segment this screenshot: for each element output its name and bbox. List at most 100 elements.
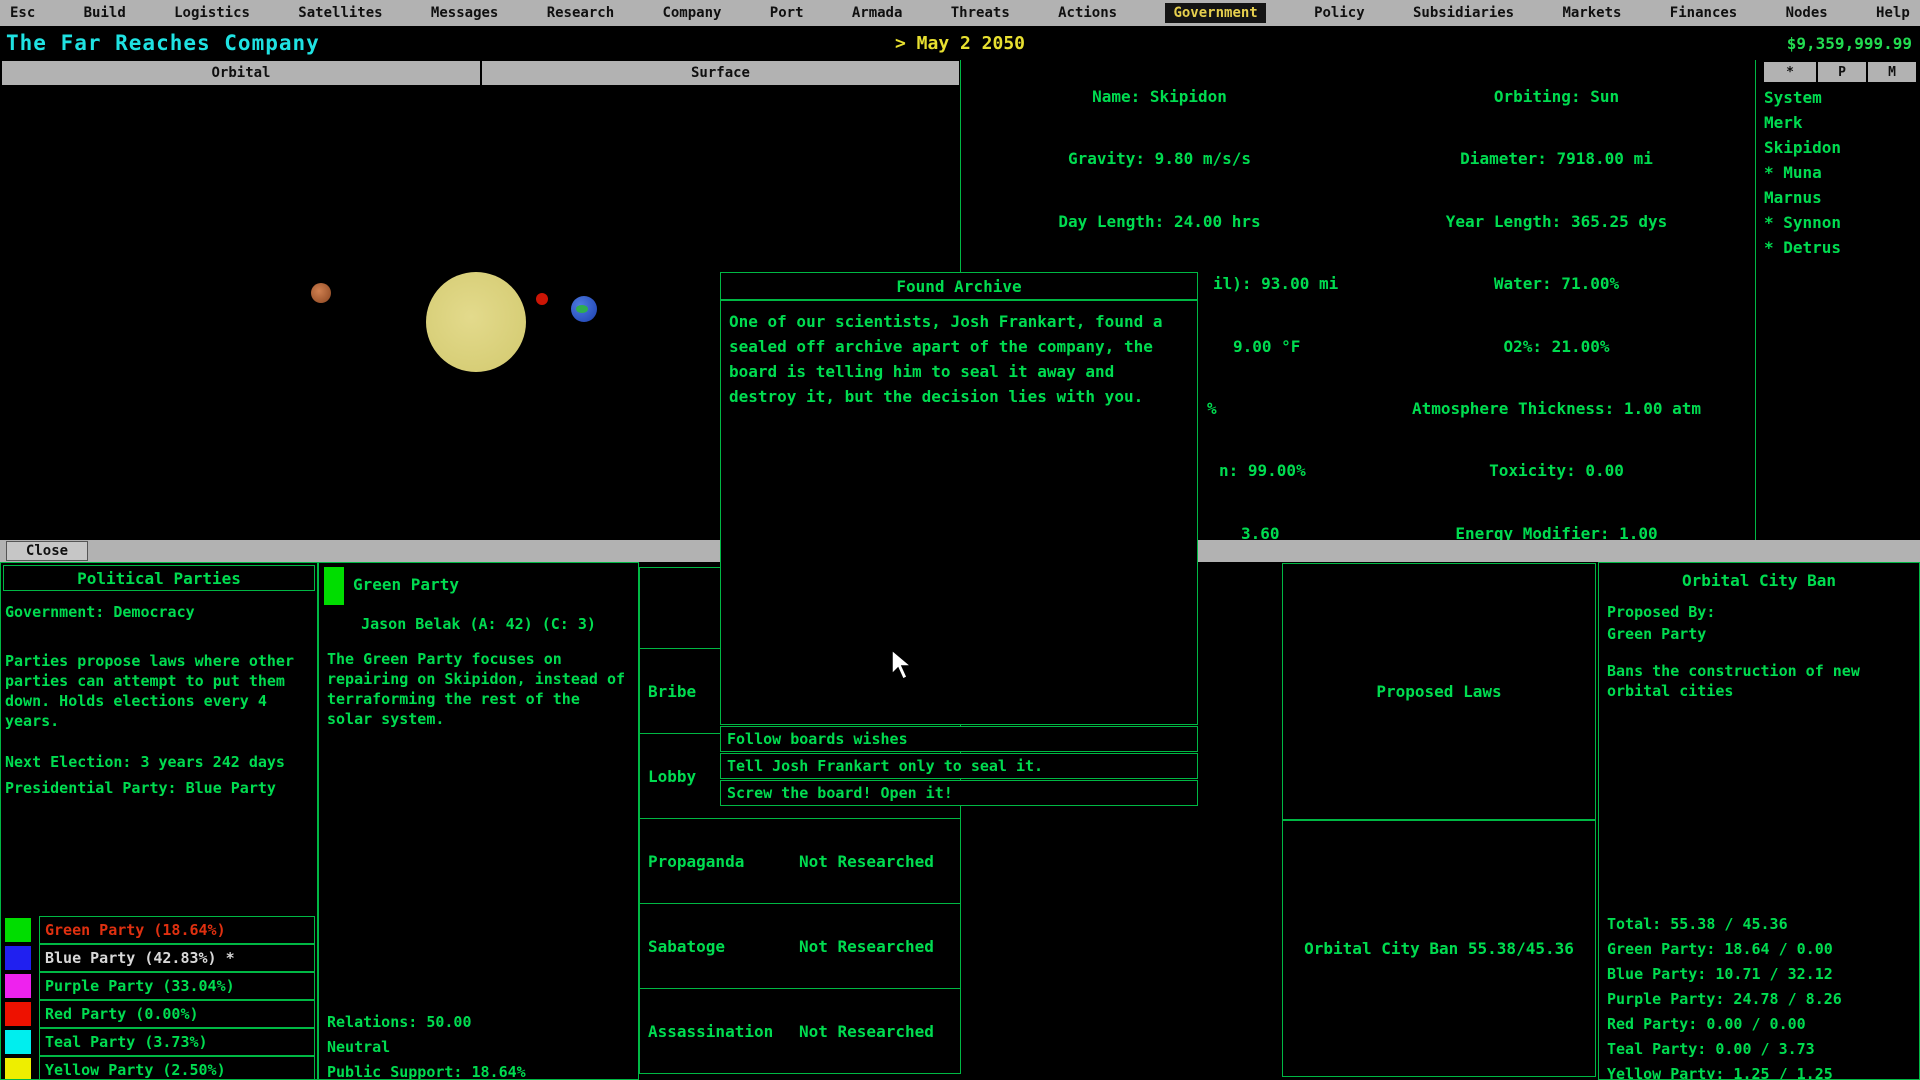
tab-surface[interactable]: Surface [482, 61, 959, 85]
game-screen: Esc Build Logistics Satellites Messages … [0, 0, 1920, 1080]
party-row-purple[interactable]: Purple Party (33.04%) [1, 972, 318, 1000]
party-swatch-blue [5, 946, 31, 970]
proposed-laws-header: Proposed Laws [1282, 563, 1596, 820]
planet-day-length: Day Length: 24.00 hrs [961, 212, 1358, 232]
sidebar-item-skipidon[interactable]: Skipidon [1764, 138, 1841, 160]
sidebar-tab-p[interactable]: P [1818, 62, 1866, 82]
planet-info-row: Gravity: 9.80 m/s/s Diameter: 7918.00 mi [961, 149, 1755, 169]
dialog-option-seal-it[interactable]: Tell Josh Frankart only to seal it. [720, 753, 1198, 779]
action-status: Not Researched [799, 852, 934, 871]
action-sabatoge[interactable]: Sabatoge Not Researched [639, 903, 961, 989]
sidebar-item-detrus[interactable]: * Detrus [1764, 238, 1841, 260]
vote-purple-party: Purple Party: 24.78 / 8.26 [1607, 990, 1842, 1012]
menu-item-threats[interactable]: Threats [951, 5, 1010, 21]
menu-item-port[interactable]: Port [770, 5, 804, 21]
dialog-option-follow-board[interactable]: Follow boards wishes [720, 726, 1198, 752]
law-description: Bans the construction of new orbital cit… [1607, 661, 1909, 701]
menu-item-government[interactable]: Government [1165, 3, 1265, 23]
party-label: Purple Party (33.04%) [39, 972, 315, 1000]
sidebar-item-marnus[interactable]: Marnus [1764, 188, 1822, 210]
party-stance: Neutral [327, 1038, 390, 1056]
system-sidebar: * P M System Merk Skipidon * Muna Marnus… [1756, 60, 1920, 540]
planet-info-row: Name: Skipidon Orbiting: Sun [961, 87, 1755, 107]
planet-info-row: Day Length: 24.00 hrs Year Length: 365.2… [961, 212, 1755, 232]
party-row-blue[interactable]: Blue Party (42.83%) * [1, 944, 318, 972]
next-election: Next Election: 3 years 242 days [5, 753, 285, 771]
planet-blue[interactable] [571, 296, 597, 322]
menu-item-research[interactable]: Research [547, 5, 614, 21]
sidebar-item-merk[interactable]: Merk [1764, 113, 1803, 135]
action-assassination[interactable]: Assassination Not Researched [639, 988, 961, 1074]
law-detail-panel: Orbital City Ban Proposed By: Green Part… [1598, 562, 1920, 1080]
tab-orbital[interactable]: Orbital [2, 61, 480, 85]
party-detail-name: Green Party [353, 575, 459, 594]
party-detail-swatch [324, 567, 344, 605]
sidebar-item-system[interactable]: System [1764, 88, 1822, 110]
planet-orange[interactable] [311, 283, 331, 303]
menu-item-company[interactable]: Company [662, 5, 721, 21]
proposed-laws-panel: Proposed Laws Orbital City Ban 55.38/45.… [1280, 562, 1598, 1080]
menu-item-build[interactable]: Build [84, 5, 126, 21]
party-swatch-yellow [5, 1058, 31, 1080]
menu-item-subsidiaries[interactable]: Subsidiaries [1413, 5, 1514, 21]
party-public-support: Public Support: 18.64% [327, 1063, 526, 1080]
party-row-yellow[interactable]: Yellow Party (2.50%) [1, 1056, 318, 1080]
action-label: Bribe [648, 682, 696, 701]
action-status: Not Researched [799, 937, 934, 956]
vote-total: Total: 55.38 / 45.36 [1607, 915, 1788, 937]
planet-gravity: Gravity: 9.80 m/s/s [961, 149, 1358, 169]
menu-item-help[interactable]: Help [1876, 5, 1910, 21]
action-label: Lobby [648, 767, 696, 786]
menu-item-messages[interactable]: Messages [431, 5, 498, 21]
title-bar: The Far Reaches Company > May 2 2050 $9,… [0, 26, 1920, 60]
game-date: > May 2 2050 [0, 33, 1920, 54]
sidebar-tab-m[interactable]: M [1868, 62, 1916, 82]
sidebar-tab-star[interactable]: * [1764, 62, 1816, 82]
mouse-cursor-icon [890, 650, 916, 680]
found-archive-dialog: Found Archive One of our scientists, Jos… [720, 272, 1198, 806]
vote-green-party: Green Party: 18.64 / 0.00 [1607, 940, 1833, 962]
party-label: Yellow Party (2.50%) [39, 1056, 315, 1080]
planet-red[interactable] [536, 293, 548, 305]
sidebar-item-muna[interactable]: * Muna [1764, 163, 1822, 185]
sidebar-item-synnon[interactable]: * Synnon [1764, 213, 1841, 235]
party-relations: Relations: 50.00 [327, 1013, 472, 1031]
party-row-green[interactable]: Green Party (18.64%) [1, 916, 318, 944]
menu-item-esc[interactable]: Esc [10, 5, 35, 21]
vote-teal-party: Teal Party: 0.00 / 3.73 [1607, 1040, 1815, 1062]
law-title: Orbital City Ban [1599, 571, 1919, 590]
planet-atmosphere: Atmosphere Thickness: 1.00 atm [1358, 399, 1755, 419]
political-parties-title: Political Parties [3, 565, 315, 591]
party-row-red[interactable]: Red Party (0.00%) [1, 1000, 318, 1028]
party-label: Teal Party (3.73%) [39, 1028, 315, 1056]
menu-item-markets[interactable]: Markets [1562, 5, 1621, 21]
close-button[interactable]: Close [6, 541, 88, 561]
party-label: Green Party (18.64%) [39, 916, 315, 944]
party-label: Blue Party (42.83%) * [39, 944, 315, 972]
action-propaganda[interactable]: Propaganda Not Researched [639, 818, 961, 904]
action-label: Assassination [648, 1022, 773, 1041]
planet-water: Water: 71.00% [1358, 274, 1755, 294]
money-balance: $9,359,999.99 [1787, 34, 1912, 53]
planet-name: Name: Skipidon [961, 87, 1358, 107]
menu-item-nodes[interactable]: Nodes [1786, 5, 1828, 21]
sun[interactable] [426, 272, 526, 372]
vote-yellow-party: Yellow Party: 1.25 / 1.25 [1607, 1065, 1833, 1080]
menu-item-satellites[interactable]: Satellites [298, 5, 382, 21]
party-swatch-green [5, 918, 31, 942]
menu-item-armada[interactable]: Armada [852, 5, 903, 21]
dialog-option-open-it[interactable]: Screw the board! Open it! [720, 780, 1198, 806]
menu-item-policy[interactable]: Policy [1314, 5, 1365, 21]
party-description: The Green Party focuses on repairing on … [327, 649, 627, 729]
party-swatch-purple [5, 974, 31, 998]
menu-item-actions[interactable]: Actions [1058, 5, 1117, 21]
party-leader: Jason Belak (A: 42) (C: 3) [319, 615, 638, 633]
vote-blue-party: Blue Party: 10.71 / 32.12 [1607, 965, 1833, 987]
planet-toxicity: Toxicity: 0.00 [1358, 461, 1755, 481]
party-detail-panel: Green Party Jason Belak (A: 42) (C: 3) T… [318, 562, 639, 1080]
party-row-teal[interactable]: Teal Party (3.73%) [1, 1028, 318, 1056]
menu-item-finances[interactable]: Finances [1670, 5, 1737, 21]
menu-item-logistics[interactable]: Logistics [174, 5, 250, 21]
law-item-orbital-city-ban[interactable]: Orbital City Ban 55.38/45.36 [1282, 820, 1596, 1077]
law-proposed-by-label: Proposed By: [1607, 603, 1715, 621]
